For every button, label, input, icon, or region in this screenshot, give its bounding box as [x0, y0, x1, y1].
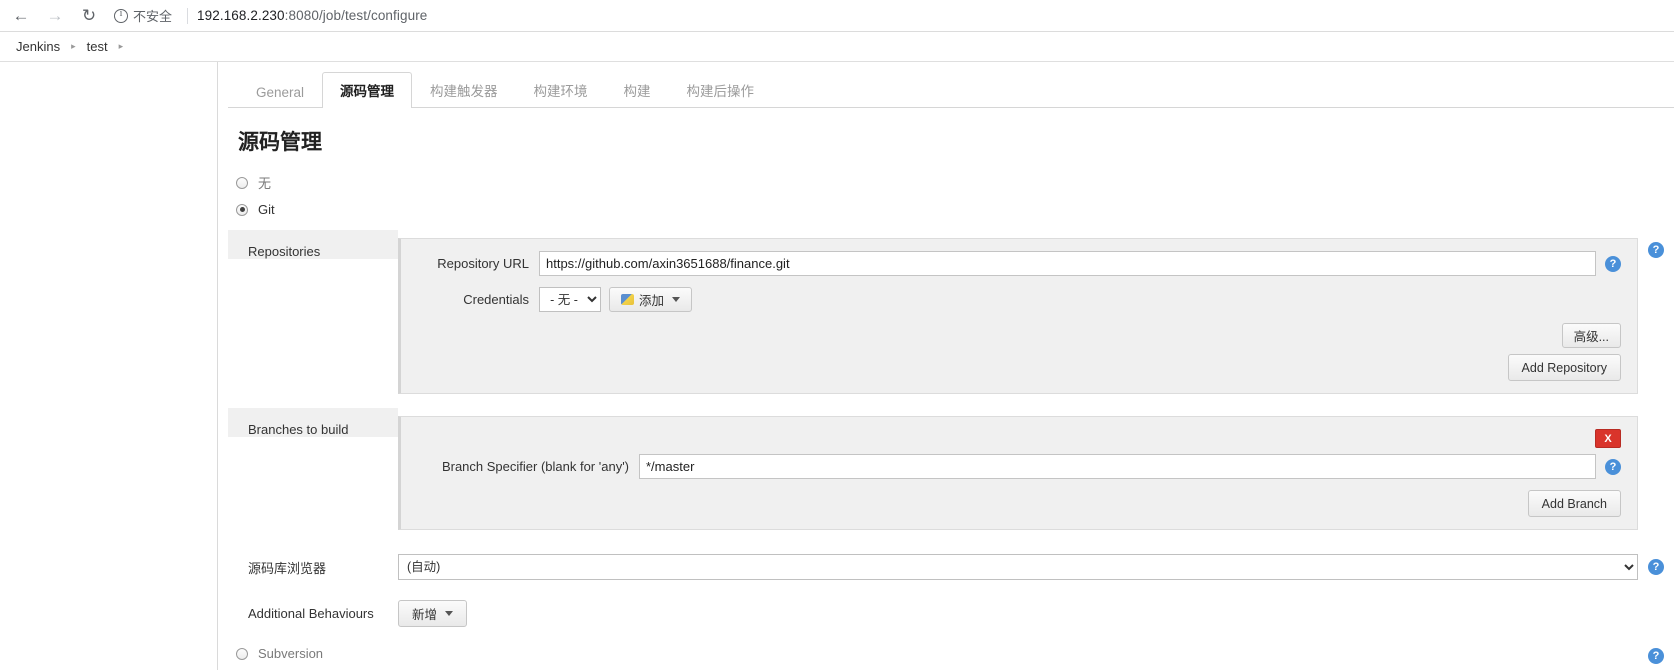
reload-icon[interactable]: ↻ — [72, 1, 106, 31]
scm-option-git-label: Git — [258, 202, 275, 217]
radio-git-icon[interactable] — [236, 203, 248, 216]
branches-panel: X Branch Specifier (blank for 'any') ? A… — [398, 416, 1638, 530]
credentials-key-icon — [621, 294, 634, 305]
add-behaviour-button[interactable]: 新增 — [398, 599, 468, 627]
repository-url-input[interactable] — [539, 251, 1596, 276]
tab-general[interactable]: General — [238, 77, 322, 108]
security-indicator[interactable]: 不安全 — [114, 6, 172, 25]
browser-toolbar: ← → ↻ 不安全 192.168.2.230:8080/job/test/co… — [0, 0, 1674, 32]
breadcrumb: Jenkins ▸ test ▸ — [0, 32, 1674, 62]
tab-build[interactable]: 构建 — [606, 72, 669, 108]
additional-behaviours-row: Additional Behaviours 新增 — [228, 590, 1674, 636]
back-icon[interactable]: ← — [4, 1, 38, 31]
repositories-row: Repositories Repository URL ? Credential… — [228, 230, 1674, 394]
info-icon — [114, 8, 128, 23]
config-tabs: General 源码管理 构建触发器 构建环境 构建 构建后操作 — [228, 72, 1674, 108]
repositories-label: Repositories — [228, 230, 398, 259]
branches-row: Branches to build X Branch Specifier (bl… — [228, 408, 1674, 530]
breadcrumb-item-test[interactable]: test — [85, 39, 110, 54]
help-icon-branch-specifier[interactable]: ? — [1605, 458, 1621, 475]
help-icon-subversion[interactable]: ? — [1648, 648, 1664, 664]
repository-browser-label: 源码库浏览器 — [248, 560, 327, 576]
add-branch-row: Add Branch — [417, 490, 1621, 517]
help-icon-repository-browser[interactable]: ? — [1648, 559, 1664, 575]
breadcrumb-item-jenkins[interactable]: Jenkins — [14, 39, 62, 54]
url-path: :8080/job/test/configure — [284, 8, 428, 23]
repository-browser-row: 源码库浏览器 (自动) ? — [228, 544, 1674, 590]
page-title: 源码管理 — [238, 131, 322, 154]
tab-build-environment[interactable]: 构建环境 — [516, 72, 606, 108]
repository-browser-select[interactable]: (自动) — [398, 554, 1638, 580]
credentials-select[interactable]: - 无 - — [539, 287, 601, 312]
add-branch-button[interactable]: Add Branch — [1527, 490, 1621, 517]
omnibox-divider — [187, 7, 189, 24]
forward-icon[interactable]: → — [38, 1, 72, 31]
help-icon-repositories[interactable]: ? — [1648, 242, 1664, 258]
scm-option-git[interactable]: Git — [228, 197, 1674, 222]
credentials-row: Credentials - 无 - 添加 — [417, 287, 1621, 312]
delete-branch-row: X — [417, 429, 1621, 448]
advanced-row: 高级... — [417, 323, 1621, 348]
repository-url-row: Repository URL ? — [417, 251, 1621, 276]
breadcrumb-separator: ▸ — [71, 41, 76, 51]
add-behaviour-label: 新增 — [412, 607, 438, 622]
credentials-label: Credentials — [463, 292, 529, 307]
additional-behaviours-label: Additional Behaviours — [248, 605, 374, 621]
branches-label: Branches to build — [228, 408, 398, 437]
add-credentials-label: 添加 — [639, 294, 665, 308]
chevron-down-icon — [672, 297, 681, 302]
page-body: General 源码管理 构建触发器 构建环境 构建 构建后操作 源码管理 无 … — [0, 62, 1674, 670]
tab-source-code-management[interactable]: 源码管理 — [322, 72, 413, 108]
radio-subversion-icon[interactable] — [236, 647, 248, 660]
add-repository-button[interactable]: Add Repository — [1507, 354, 1621, 381]
scm-option-none-label: 无 — [258, 176, 272, 191]
repository-url-label: Repository URL — [437, 256, 529, 271]
advanced-button[interactable]: 高级... — [1561, 323, 1621, 348]
add-credentials-button[interactable]: 添加 — [609, 287, 693, 312]
tab-post-build-actions[interactable]: 构建后操作 — [669, 72, 773, 108]
scm-option-subversion[interactable]: Subversion ? — [228, 636, 1674, 666]
delete-branch-button[interactable]: X — [1595, 429, 1621, 448]
radio-none-icon[interactable] — [236, 176, 248, 189]
chevron-down-icon-behaviour — [445, 610, 454, 616]
repositories-panel: Repository URL ? Credentials - 无 - 添加 — [398, 238, 1638, 394]
address-bar[interactable]: 不安全 192.168.2.230:8080/job/test/configur… — [114, 3, 1670, 29]
url-text: 192.168.2.230:8080/job/test/configure — [197, 8, 427, 23]
scm-option-none[interactable]: 无 — [228, 168, 1674, 197]
branch-specifier-label: Branch Specifier (blank for 'any') — [441, 459, 629, 474]
url-host: 192.168.2.230 — [197, 8, 285, 23]
left-sidebar — [0, 62, 218, 670]
security-label: 不安全 — [133, 9, 173, 24]
tab-build-triggers[interactable]: 构建触发器 — [412, 72, 516, 108]
scm-option-subversion-label: Subversion — [258, 646, 324, 661]
main-content: General 源码管理 构建触发器 构建环境 构建 构建后操作 源码管理 无 … — [218, 62, 1674, 670]
branch-specifier-row: Branch Specifier (blank for 'any') ? — [417, 454, 1621, 479]
help-icon-repository-url[interactable]: ? — [1605, 255, 1621, 272]
breadcrumb-separator-2: ▸ — [118, 41, 124, 51]
add-repository-row: Add Repository — [417, 354, 1621, 381]
branch-specifier-input[interactable] — [639, 454, 1596, 479]
